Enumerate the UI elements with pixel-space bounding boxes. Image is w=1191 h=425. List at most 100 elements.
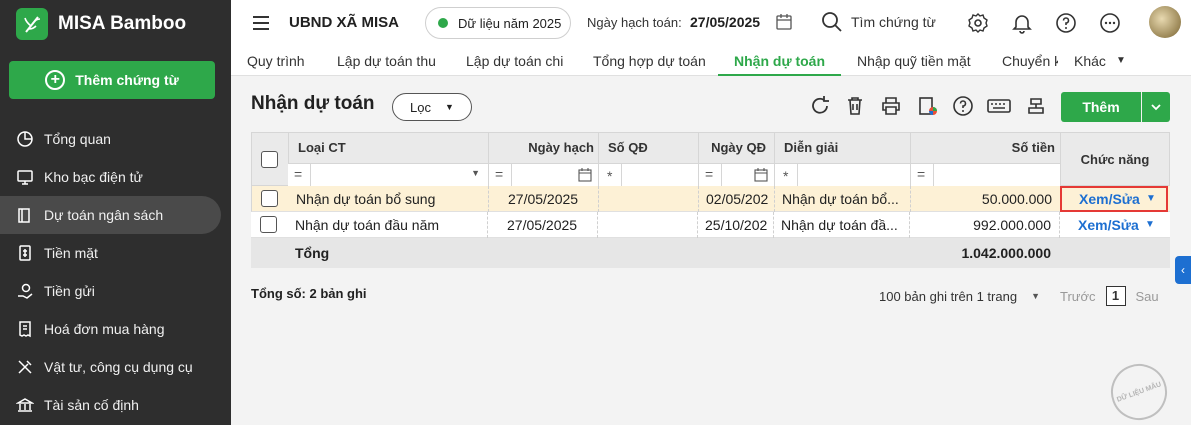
help-icon[interactable]: [1055, 12, 1077, 34]
tab-estimate-summary[interactable]: Tổng hợp dự toán: [593, 46, 706, 76]
calendar-icon[interactable]: [578, 168, 592, 182]
refresh-icon[interactable]: [809, 95, 831, 117]
col-header-decision-no[interactable]: Số QĐ: [608, 133, 648, 163]
filter-operator[interactable]: *: [783, 168, 788, 184]
table-row[interactable]: Nhận dự toán đầu năm 27/05/2025 25/10/20…: [251, 212, 1170, 238]
money-icon: [14, 242, 36, 264]
filter-description[interactable]: *: [775, 163, 910, 188]
filter-operator[interactable]: =: [917, 166, 925, 182]
current-page[interactable]: 1: [1105, 286, 1126, 306]
estimate-table: Loại CT Ngày hạch toán Số QĐ Ngày QĐ Diễ…: [251, 132, 1170, 268]
column-settings-icon[interactable]: [1025, 95, 1047, 117]
row-checkbox[interactable]: [261, 190, 278, 207]
add-voucher-button[interactable]: + Thêm chứng từ: [9, 61, 215, 99]
tab-expense-estimate[interactable]: Lập dự toán chi: [466, 46, 563, 76]
col-header-decision-date[interactable]: Ngày QĐ: [708, 133, 766, 163]
filter-operator[interactable]: *: [607, 168, 612, 184]
search-icon: [822, 12, 842, 32]
print-icon[interactable]: [880, 95, 902, 117]
template-designer-icon[interactable]: [917, 95, 939, 117]
sidebar-item-treasury[interactable]: Kho bạc điện tử: [0, 158, 231, 196]
gear-icon[interactable]: [967, 12, 989, 34]
sidebar-item-label: Hoá đơn mua hàng: [44, 321, 165, 337]
posting-date-label: Ngày hạch toán:: [587, 15, 682, 30]
chevron-down-icon[interactable]: ▼: [471, 168, 480, 178]
chevron-down-icon[interactable]: ▼: [1031, 291, 1040, 301]
add-label: Thêm: [1082, 99, 1120, 115]
plus-circle-icon: +: [45, 70, 66, 90]
avatar[interactable]: [1149, 6, 1181, 38]
filter-operator[interactable]: =: [495, 166, 503, 182]
table-row[interactable]: Nhận dự toán bổ sung 27/05/2025 02/05/20…: [251, 186, 1170, 212]
tab-process[interactable]: Quy trình: [247, 46, 305, 76]
sidebar-item-budget[interactable]: Dự toán ngân sách: [0, 196, 221, 234]
col-header-posting-date[interactable]: Ngày hạch toán: [498, 133, 594, 185]
pie-chart-icon: [14, 128, 36, 150]
main-content: Nhận dự toán Lọc ▼ Thêm Loại CT Ngày hạc…: [231, 76, 1191, 425]
col-header-type[interactable]: Loại CT: [298, 133, 346, 163]
chevron-down-icon: [1151, 104, 1161, 111]
sidebar-item-supplies[interactable]: Vật tư, công cụ dụng cụ: [0, 348, 231, 386]
data-year-selector[interactable]: Dữ liệu năm 2025: [425, 7, 571, 39]
col-header-actions: Chức năng: [1080, 152, 1150, 167]
posting-date-value[interactable]: 27/05/2025: [690, 14, 760, 30]
trash-icon[interactable]: [844, 95, 866, 117]
calendar-icon[interactable]: [775, 13, 793, 31]
add-dropdown-button[interactable]: [1142, 92, 1170, 122]
keyboard-icon[interactable]: [987, 95, 1011, 117]
tab-revenue-estimate[interactable]: Lập dự toán thu: [337, 46, 436, 76]
calendar-icon[interactable]: [754, 168, 768, 182]
sidebar: MISA Bamboo + Thêm chứng từ Tổng quan Kh…: [0, 0, 231, 425]
highlight-box: [1060, 186, 1168, 212]
sidebar-item-overview[interactable]: Tổng quan: [0, 120, 231, 158]
select-all-checkbox[interactable]: [261, 151, 278, 168]
view-edit-link[interactable]: Xem/Sửa: [1078, 212, 1139, 238]
organization-name: UBND XÃ MISA: [289, 14, 400, 31]
data-year-label: Dữ liệu năm 2025: [458, 15, 562, 31]
help-icon[interactable]: [952, 95, 974, 117]
cell-type: Nhận dự toán bổ sung: [296, 191, 436, 207]
sidebar-item-label: Tài sản cố định: [44, 397, 139, 413]
col-header-amount[interactable]: Số tiền: [920, 133, 1055, 163]
chevron-down-icon[interactable]: ▼: [1145, 212, 1155, 238]
module-tabs: Quy trình Lập dự toán thu Lập dự toán ch…: [231, 46, 1191, 76]
prev-page-button[interactable]: Trước: [1060, 289, 1096, 304]
sidebar-item-cash[interactable]: Tiền mặt: [0, 234, 231, 272]
cell-decision-date: 25/10/202: [705, 217, 768, 233]
bell-icon[interactable]: [1011, 12, 1033, 34]
next-page-button[interactable]: Sau: [1136, 289, 1159, 304]
collapse-panel-icon[interactable]: ‹: [1175, 256, 1191, 284]
add-button[interactable]: Thêm: [1061, 92, 1141, 122]
sidebar-item-purchase-invoice[interactable]: Hoá đơn mua hàng: [0, 310, 231, 348]
tab-other[interactable]: Khác: [1074, 46, 1106, 76]
filter-type[interactable]: = ▼: [288, 163, 488, 188]
cell-amount: 992.000.000: [973, 217, 1051, 233]
filter-posting-date[interactable]: =: [489, 163, 598, 188]
filter-button[interactable]: Lọc ▼: [392, 93, 472, 121]
filter-operator[interactable]: =: [705, 166, 713, 182]
filter-operator[interactable]: =: [294, 166, 302, 182]
hamburger-menu-icon[interactable]: [251, 13, 271, 33]
search-voucher-button[interactable]: Tìm chứng từ: [821, 11, 936, 33]
monitor-icon: [14, 166, 36, 188]
chevron-down-icon[interactable]: ▼: [1116, 46, 1126, 76]
cell-decision-date: 02/05/202: [706, 191, 769, 207]
brand[interactable]: MISA Bamboo: [16, 8, 186, 40]
table-header: Loại CT Ngày hạch toán Số QĐ Ngày QĐ Diễ…: [251, 132, 1170, 188]
filter-decision-no[interactable]: *: [599, 163, 698, 188]
page-size-selector[interactable]: 100 bản ghi trên 1 trang: [879, 289, 1017, 304]
sidebar-item-fixed-assets[interactable]: Tài sản cố định: [0, 386, 231, 424]
tab-transfer[interactable]: Chuyển k: [1002, 46, 1058, 76]
sidebar-item-label: Tổng quan: [44, 131, 111, 147]
tab-receive-estimate[interactable]: Nhận dự toán: [718, 46, 842, 76]
tab-cash-receipt[interactable]: Nhập quỹ tiền mặt: [857, 46, 971, 76]
filter-decision-date[interactable]: =: [699, 163, 774, 188]
more-options-icon[interactable]: [1099, 12, 1121, 34]
filter-amount[interactable]: =: [911, 163, 1060, 188]
cell-type: Nhận dự toán đầu năm: [295, 217, 440, 233]
col-header-description[interactable]: Diễn giải: [784, 133, 838, 163]
tools-icon: [14, 356, 36, 378]
sidebar-item-deposit[interactable]: Tiền gửi: [0, 272, 231, 310]
row-checkbox[interactable]: [260, 216, 277, 233]
pagination: 100 bản ghi trên 1 trang ▼ Trước 1 Sau: [879, 286, 1159, 306]
